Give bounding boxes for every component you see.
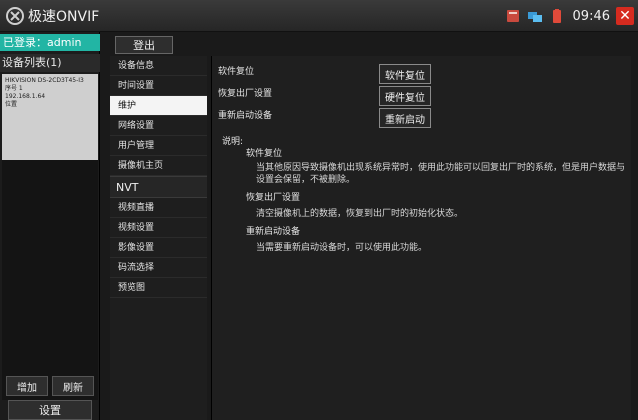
device-actions: 增加 刷新 bbox=[0, 376, 100, 398]
menu-item-video-settings[interactable]: 视频设置 bbox=[110, 218, 207, 238]
battery-icon bbox=[552, 9, 561, 23]
desc-software-reset-title: 软件复位 bbox=[246, 149, 283, 159]
menu-item-camera-homepage[interactable]: 摄像机主页 bbox=[110, 156, 207, 176]
clock: 09:46 bbox=[572, 8, 610, 24]
reboot-label: 重新启动设备 bbox=[218, 111, 273, 121]
menu-item-device-info[interactable]: 设备信息 bbox=[110, 56, 207, 76]
device-list-header: 设备列表(1) bbox=[0, 54, 100, 72]
network-icon bbox=[527, 12, 542, 22]
menu-item-image-settings[interactable]: 影像设置 bbox=[110, 238, 207, 258]
desc-software-reset-text: 当其他原因导致摄像机出现系统异常时，使用此功能可以回复出厂时的系统，但是用户数据… bbox=[256, 163, 626, 185]
menu-item-live-video[interactable]: 视频直播 bbox=[110, 198, 207, 218]
login-status: 已登录：admin bbox=[0, 34, 100, 51]
title-bar: 极速ONVIF 09:46 ✕ bbox=[0, 0, 638, 32]
device-name: HIKVISION DS-2CD3T45-I3 bbox=[5, 77, 84, 84]
desc-factory-reset-text: 清空摄像机上的数据，恢复到出厂时的初始化状态。 bbox=[256, 209, 464, 219]
device-list-area bbox=[2, 160, 98, 400]
settings-button[interactable]: 设置 bbox=[8, 400, 92, 420]
add-device-button[interactable]: 增加 bbox=[6, 376, 48, 396]
desc-factory-reset-title: 恢复出厂设置 bbox=[246, 193, 301, 203]
app-title: 极速ONVIF bbox=[28, 9, 100, 25]
close-icon: ✕ bbox=[619, 8, 631, 24]
status-icons: 09:46 ✕ bbox=[505, 5, 634, 27]
menu-item-user-management[interactable]: 用户管理 bbox=[110, 136, 207, 156]
settings-menu: 设备信息 时间设置 维护 网络设置 用户管理 摄像机主页 NVT 视频直播 视频… bbox=[110, 56, 207, 420]
description-title: 说明: bbox=[222, 137, 244, 147]
refresh-button[interactable]: 刷新 bbox=[52, 376, 94, 396]
desc-reboot-text: 当需要重新启动设备时，可以使用此功能。 bbox=[256, 243, 428, 253]
desc-reboot-title: 重新启动设备 bbox=[246, 227, 301, 237]
maintenance-panel: 软件复位 软件复位 恢复出厂设置 硬件复位 重新启动设备 重新启动 说明: 软件… bbox=[211, 56, 631, 420]
device-panel: 已登录：admin 设备列表(1) HIKVISION DS-2CD3T45-I… bbox=[0, 32, 100, 420]
sd-card-icon bbox=[506, 10, 519, 22]
menu-item-preview[interactable]: 预览图 bbox=[110, 278, 207, 298]
device-ip: 192.168.1.64 bbox=[5, 93, 46, 100]
software-reset-label: 软件复位 bbox=[218, 67, 255, 77]
menu-header-nvt: NVT bbox=[110, 176, 207, 198]
hardware-reset-button[interactable]: 硬件复位 bbox=[379, 86, 431, 106]
software-reset-button[interactable]: 软件复位 bbox=[379, 64, 431, 84]
app-logo-icon bbox=[6, 7, 24, 25]
device-serial: 序号 1 bbox=[5, 85, 23, 92]
factory-reset-label: 恢复出厂设置 bbox=[218, 89, 273, 99]
reboot-button[interactable]: 重新启动 bbox=[379, 108, 431, 128]
logout-button[interactable]: 登出 bbox=[115, 36, 173, 54]
menu-item-network-settings[interactable]: 网络设置 bbox=[110, 116, 207, 136]
menu-item-time-settings[interactable]: 时间设置 bbox=[110, 76, 207, 96]
device-list-item[interactable]: HIKVISION DS-2CD3T45-I3 序号 1 192.168.1.6… bbox=[2, 74, 98, 160]
menu-item-stream-select[interactable]: 码流选择 bbox=[110, 258, 207, 278]
menu-item-maintenance[interactable]: 维护 bbox=[110, 96, 207, 116]
device-location: 位置 bbox=[5, 101, 18, 108]
close-button[interactable]: ✕ bbox=[616, 7, 634, 25]
